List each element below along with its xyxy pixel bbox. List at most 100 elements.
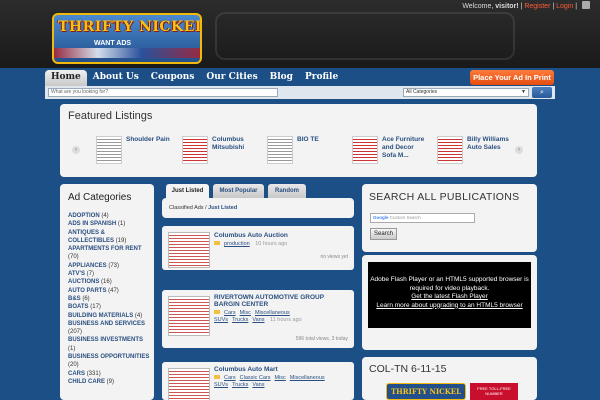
listing-time: 11 hours ago: [270, 317, 302, 323]
category-name[interactable]: AUTO PARTS: [68, 288, 106, 294]
listing-category-link[interactable]: Classic Cars: [240, 375, 271, 382]
category-name[interactable]: APARTMENTS FOR RENT: [68, 246, 142, 252]
listing-title[interactable]: Columbus Auto Mart: [214, 366, 350, 373]
category-item[interactable]: ANTIQUES & COLLECTIBLES (19): [68, 229, 152, 246]
nav-home[interactable]: Home: [45, 70, 87, 86]
listing-category-link[interactable]: Cars: [224, 375, 236, 382]
listing-image[interactable]: [168, 232, 210, 268]
tab-random[interactable]: Random: [268, 184, 306, 198]
category-name[interactable]: CHILD CARE: [68, 379, 105, 385]
nav-about-us[interactable]: About Us: [87, 70, 145, 86]
category-item[interactable]: AUTO PARTS (47): [68, 287, 152, 295]
header-watermark: [215, 12, 515, 60]
listing-category-link[interactable]: Miscellaneous: [255, 310, 290, 317]
category-select[interactable]: All Categories ▼: [403, 88, 529, 97]
category-name[interactable]: BUSINESS AND SERVICES: [68, 321, 145, 327]
listing-category-link[interactable]: Misc: [275, 375, 286, 382]
listing-category-link[interactable]: production: [224, 241, 250, 248]
listing-title[interactable]: Columbus Auto Auction: [214, 232, 350, 239]
login-link[interactable]: Login: [556, 3, 573, 10]
listings-header: Classified Ads / Just Listed: [162, 198, 354, 218]
nav-our-cities[interactable]: Our Cities: [200, 70, 263, 86]
category-name[interactable]: ANTIQUES & COLLECTIBLES: [68, 230, 114, 244]
carousel-next-icon[interactable]: ›: [515, 146, 523, 154]
featured-item-label: BIO TE: [297, 136, 319, 143]
category-item[interactable]: BOATS (17): [68, 303, 152, 311]
category-name[interactable]: AUCTIONS: [68, 279, 99, 285]
register-link[interactable]: Register: [524, 3, 550, 10]
featured-listings: Featured Listings ‹ › Shoulder Pain Colu…: [60, 104, 537, 177]
tab-just-listed[interactable]: Just Listed: [166, 184, 209, 198]
category-item[interactable]: BUSINESS OPPORTUNITIES (20): [68, 353, 152, 370]
category-name[interactable]: ADOPTION: [68, 213, 100, 219]
category-name[interactable]: BOATS: [68, 304, 89, 310]
listing-stats: 596 total views, 3 today: [295, 336, 348, 342]
edition-cover-badge: FREE TOLL-FREE NUMBER: [470, 383, 518, 400]
category-name[interactable]: BUSINESS OPPORTUNITIES: [68, 354, 149, 360]
category-item[interactable]: BUILDING MATERIALS (4): [68, 312, 152, 320]
category-count: (7): [86, 271, 94, 278]
featured-item-label: Billy Williams Auto Sales: [467, 136, 509, 151]
breadcrumb-root[interactable]: Classified Ads: [169, 205, 204, 211]
category-item[interactable]: ATV'S (7): [68, 270, 152, 278]
place-ad-button[interactable]: Place Your Ad In Print: [470, 70, 554, 85]
listing-category-link[interactable]: SUVs: [214, 382, 228, 389]
search-input[interactable]: What are you looking for?: [48, 88, 278, 97]
search-icon: ⌕: [540, 89, 544, 96]
google-search-input[interactable]: Google Custom Search: [370, 213, 475, 223]
carousel-prev-icon[interactable]: ‹: [72, 146, 80, 154]
category-item[interactable]: ADS IN SPANISH (1): [68, 220, 152, 228]
listing-category-link[interactable]: Trucks: [232, 382, 248, 389]
listing-category-link[interactable]: Miscellaneous: [290, 375, 325, 382]
listing-category-link[interactable]: SUVs: [214, 317, 228, 324]
site-logo[interactable]: THRIFTY NICKEL WANT ADS: [52, 13, 202, 64]
category-name[interactable]: BUILDING MATERIALS: [68, 313, 133, 319]
listing-image[interactable]: [168, 296, 210, 336]
category-name[interactable]: APPLIANCES: [68, 263, 107, 269]
google-search-button[interactable]: Search: [370, 228, 397, 240]
category-item[interactable]: CHILD CARE (9): [68, 378, 152, 386]
category-name[interactable]: B&S: [68, 296, 81, 302]
top-bar: Welcome, visitor! | Register | Login | T…: [0, 0, 600, 68]
main-nav: Home About Us Coupons Our Cities Blog Pr…: [45, 70, 344, 86]
featured-item-label: Ace Furniture and Decor Sofa M...: [382, 136, 425, 159]
google-logo: Google: [373, 215, 389, 220]
category-item[interactable]: BUSINESS INVESTMENTS (1): [68, 336, 152, 353]
category-name[interactable]: CARS: [68, 371, 85, 377]
edition-widget: COL-TN 6-11-15 THRIFTY NICKEL FREE TOLL-…: [362, 357, 537, 400]
category-item[interactable]: AUCTIONS (16): [68, 278, 152, 286]
category-count: (6): [82, 295, 90, 302]
flash-player-link[interactable]: Get the latest Flash Player: [411, 293, 488, 300]
listing-image[interactable]: [168, 368, 210, 400]
nav-coupons[interactable]: Coupons: [145, 70, 201, 86]
listing-category-link[interactable]: Trucks: [232, 317, 248, 324]
listing-category-link[interactable]: Cars: [224, 310, 236, 317]
search-button[interactable]: ⌕: [532, 87, 552, 98]
listing-card[interactable]: Columbus Auto Mart Cars Classic Cars Misc M…: [162, 362, 354, 400]
nav-profile[interactable]: Profile: [299, 70, 344, 86]
category-item[interactable]: CARS (331): [68, 370, 152, 378]
category-name[interactable]: BUSINESS INVESTMENTS: [68, 337, 143, 343]
listing-title[interactable]: RIVERTOWN AUTOMOTIVE GROUP BARGIN CENTER: [214, 294, 350, 308]
html5-upgrade-link[interactable]: Learn more about upgrading to an HTML5 b…: [376, 302, 522, 309]
featured-thumbnail: [267, 136, 293, 164]
rss-icon[interactable]: [582, 1, 590, 9]
listing-card[interactable]: RIVERTOWN AUTOMOTIVE GROUP BARGIN CENTER…: [162, 290, 354, 348]
edition-cover-logo[interactable]: THRIFTY NICKEL: [386, 383, 466, 400]
listing-category-link[interactable]: Vans: [252, 382, 264, 389]
category-item[interactable]: APPLIANCES (73): [68, 262, 152, 270]
category-item[interactable]: BUSINESS AND SERVICES (207): [68, 320, 152, 337]
category-item[interactable]: B&S (6): [68, 295, 152, 303]
tab-most-popular[interactable]: Most Popular: [213, 184, 264, 198]
listing-card[interactable]: Columbus Auto Auction production 10 hour…: [162, 226, 354, 270]
category-name[interactable]: ADS IN SPANISH: [68, 221, 116, 227]
category-item[interactable]: ADOPTION (4): [68, 212, 152, 220]
featured-title: Featured Listings: [68, 110, 153, 122]
listing-category-link[interactable]: Vans: [252, 317, 264, 324]
listing-category-link[interactable]: Misc: [240, 310, 251, 317]
video-message: Adobe Flash Player or an HTML5 supported…: [370, 276, 529, 292]
video-player[interactable]: Adobe Flash Player or an HTML5 supported…: [368, 262, 531, 328]
category-name[interactable]: ATV'S: [68, 271, 85, 277]
category-item[interactable]: APARTMENTS FOR RENT (70): [68, 245, 152, 262]
nav-blog[interactable]: Blog: [264, 70, 299, 86]
